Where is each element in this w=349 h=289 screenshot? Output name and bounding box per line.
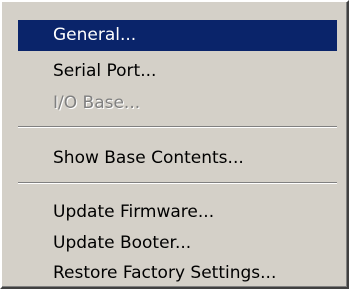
menu-item-show-base-contents[interactable]: Show Base Contents... xyxy=(18,143,337,174)
menu-item-general[interactable]: General... xyxy=(18,20,337,51)
menu-item-update-booter[interactable]: Update Booter... xyxy=(18,228,337,259)
context-menu: General... Serial Port... I/O Base... Sh… xyxy=(0,0,349,289)
menu-item-update-firmware[interactable]: Update Firmware... xyxy=(18,197,337,228)
menu-item-serial-port[interactable]: Serial Port... xyxy=(18,56,337,87)
menu-separator xyxy=(18,126,337,128)
menu-separator xyxy=(18,182,337,184)
menu-item-restore-factory-settings[interactable]: Restore Factory Settings... xyxy=(18,258,337,289)
menu-item-io-base: I/O Base... xyxy=(53,93,141,113)
